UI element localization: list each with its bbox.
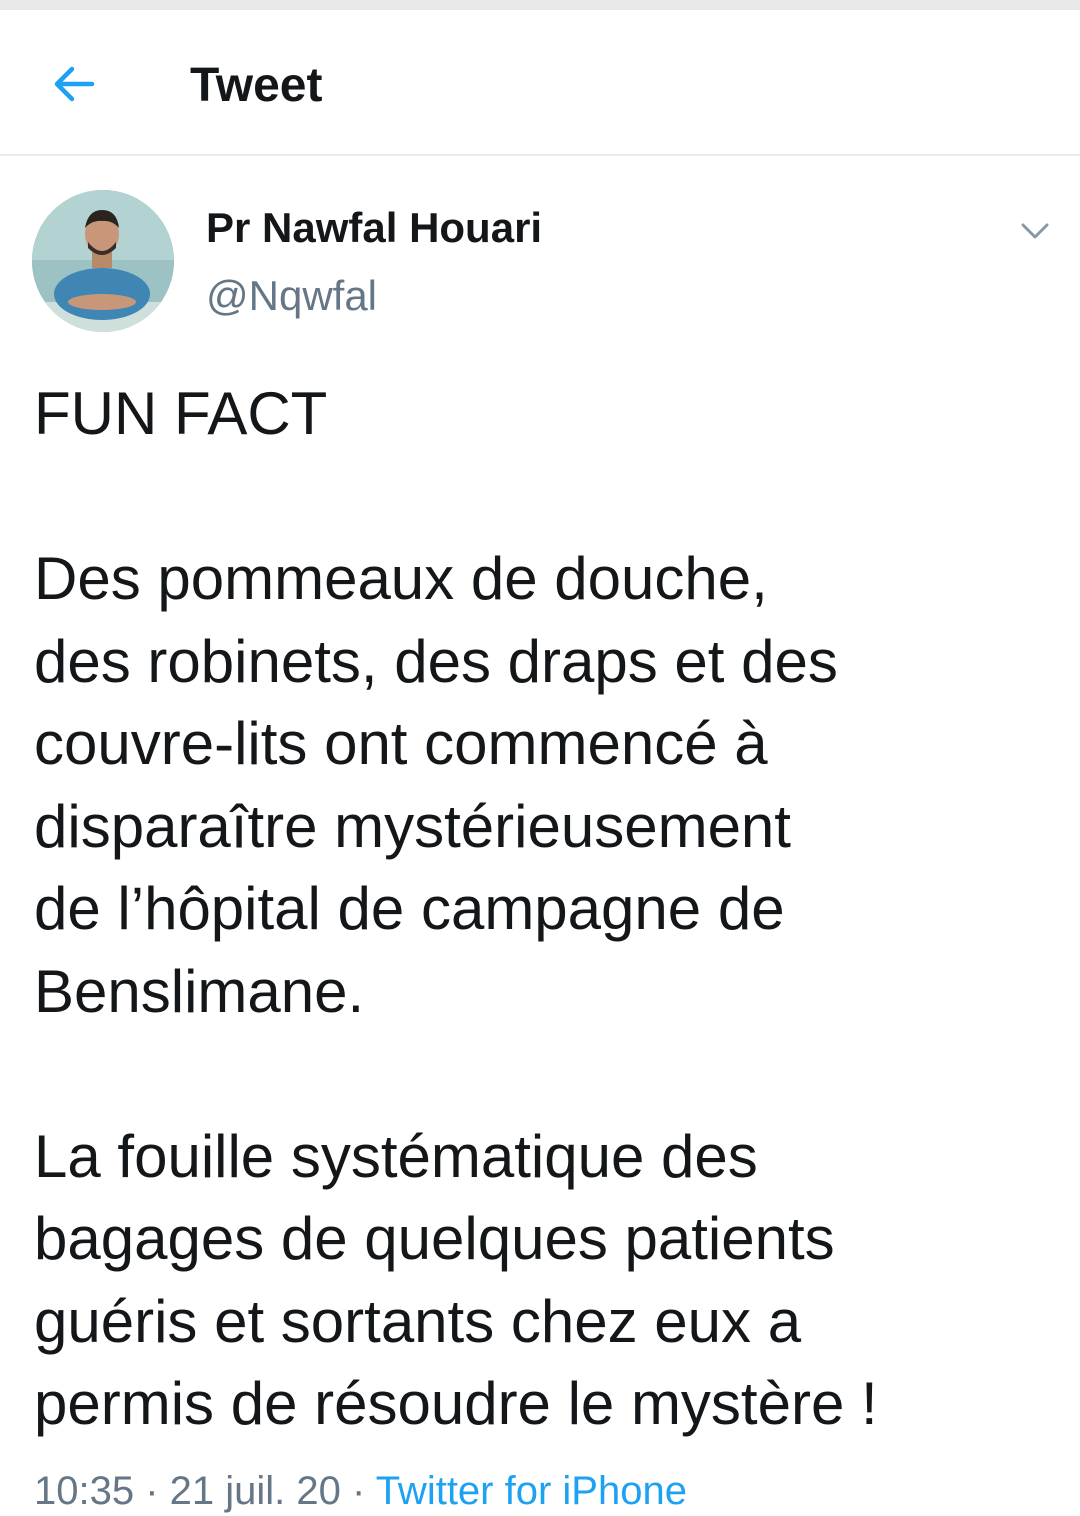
status-bar-edge — [0, 0, 1080, 10]
profile-photo — [32, 190, 174, 332]
chevron-down-icon — [1021, 223, 1049, 239]
arrow-left-icon — [54, 66, 95, 102]
tweet-menu-button[interactable] — [1010, 208, 1060, 254]
tweet-text: FUN FACT Des pommeaux de douche, des rob… — [34, 380, 878, 1437]
tweet-source-link[interactable]: Twitter for iPhone — [376, 1469, 687, 1513]
page-title: Tweet — [190, 59, 323, 112]
avatar[interactable] — [32, 190, 174, 332]
author-display-name[interactable]: Pr Nawfal Houari — [206, 202, 542, 254]
tweet-time-date: 10:35 · 21 juil. 20 · — [34, 1469, 376, 1513]
author-handle[interactable]: @Nqwfal — [206, 270, 377, 322]
back-button[interactable] — [44, 54, 104, 114]
top-app-bar: Tweet — [0, 10, 1080, 156]
tweet-timestamp: 10:35 · 21 juil. 20 · Twitter for iPhone — [34, 1466, 687, 1516]
